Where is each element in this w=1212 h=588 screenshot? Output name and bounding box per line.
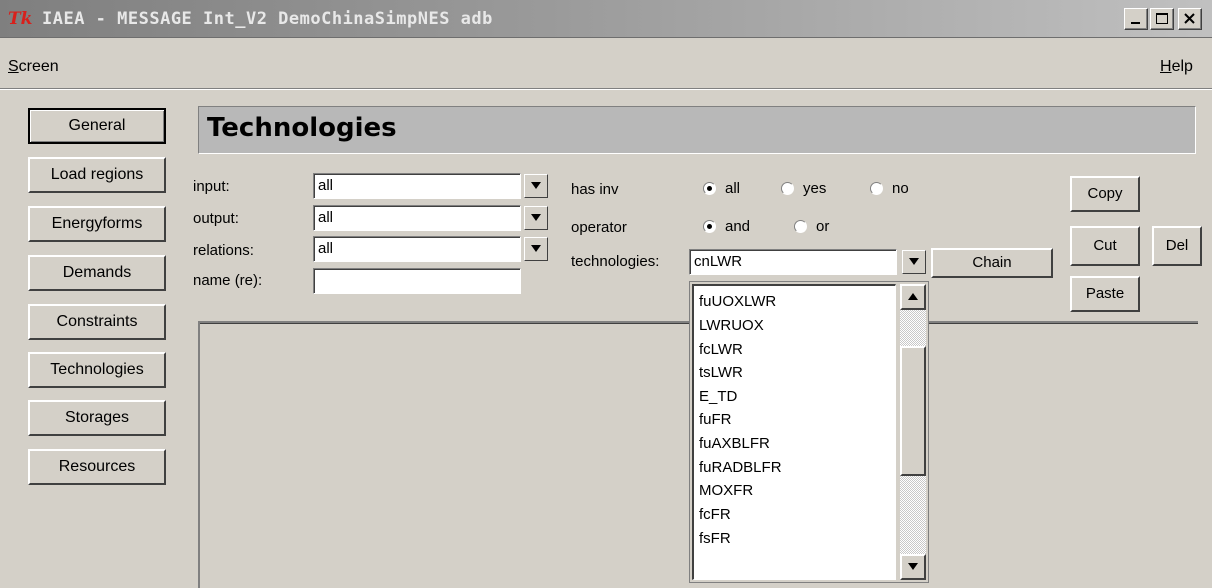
list-item[interactable]: fsFR [699,527,731,551]
list-item[interactable]: fuAXBLFR [699,432,770,456]
list-item[interactable]: MOXFR [699,479,753,503]
has-inv-no-radio[interactable]: no [870,180,909,197]
has-inv-all-label: all [725,180,741,197]
menu-help[interactable]: Help [1160,58,1193,76]
relations-field[interactable]: all [313,236,521,262]
list-item[interactable]: fuRADBLFR [699,456,782,480]
nav-storages[interactable]: Storages [28,400,166,436]
scroll-down-button[interactable] [900,554,926,580]
minimize-button[interactable] [1124,8,1148,30]
del-button[interactable]: Del [1152,226,1202,266]
nav-load-regions[interactable]: Load regions [28,157,166,193]
close-button[interactable] [1178,8,1202,30]
list-item[interactable]: fuUOXLWR [699,290,776,314]
nav-general[interactable]: General [28,108,166,144]
list-scrollbar[interactable] [900,284,926,580]
input-dropdown-button[interactable] [524,174,548,198]
input-field[interactable]: all [313,173,521,199]
technologies-listbox[interactable]: fuUOXLWR LWRUOX fcLWR tsLWR E_TD fuFR fu… [689,281,929,583]
operator-and-radio[interactable]: and [703,218,750,235]
has-inv-all-radio[interactable]: all [703,180,740,197]
technologies-dropdown-button[interactable] [902,250,926,274]
radio-unselected-icon [794,220,807,233]
close-icon [1184,13,1195,24]
maximize-icon [1156,13,1168,24]
operator-label: operator [571,219,627,236]
arrow-up-icon [908,293,918,300]
menu-separator [0,88,1212,90]
operator-and-label: and [725,218,751,235]
title-bar[interactable]: Tk IAEA - MESSAGE Int_V2 DemoChinaSimpNE… [0,0,1212,38]
name-re-input[interactable] [313,268,521,294]
nav-demands[interactable]: Demands [28,255,166,291]
has-inv-yes-label: yes [803,180,827,197]
technologies-label: technologies: [571,253,660,270]
menu-screen-mnemonic: S [8,58,19,75]
maximize-button[interactable] [1150,8,1174,30]
header-panel: Technologies [198,106,1196,154]
chevron-down-icon [531,214,541,221]
nav-technologies[interactable]: Technologies [28,352,166,388]
technologies-field[interactable]: cnLWR [689,249,897,275]
menu-help-label: elp [1171,58,1193,75]
page-title: Technologies [207,113,397,143]
radio-unselected-icon [870,182,883,195]
list-item[interactable]: fcFR [699,503,731,527]
operator-or-radio[interactable]: or [794,218,829,235]
output-dropdown-button[interactable] [524,206,548,230]
output-field[interactable]: all [313,205,521,231]
list-item[interactable]: LWRUOX [699,314,764,338]
chevron-down-icon [531,245,541,252]
menu-screen[interactable]: Screen [8,58,59,76]
input-label: input: [193,178,230,195]
paste-button[interactable]: Paste [1070,276,1140,312]
nav-resources[interactable]: Resources [28,449,166,485]
chevron-down-icon [909,258,919,265]
tk-feather-logo: Tk [8,9,32,28]
nav-constraints[interactable]: Constraints [28,304,166,340]
operator-or-label: or [816,218,830,235]
relations-dropdown-button[interactable] [524,237,548,261]
cut-button[interactable]: Cut [1070,226,1140,266]
window-title: IAEA - MESSAGE Int_V2 DemoChinaSimpNES a… [42,9,493,29]
copy-button[interactable]: Copy [1070,176,1140,212]
list-item[interactable]: tsLWR [699,361,743,385]
scrollbar-thumb[interactable] [900,346,926,476]
menu-help-mnemonic: H [1160,58,1172,75]
arrow-down-icon [908,563,918,570]
technologies-list[interactable]: fuUOXLWR LWRUOX fcLWR tsLWR E_TD fuFR fu… [692,284,896,580]
output-label: output: [193,210,239,227]
minimize-icon [1131,22,1140,24]
list-item[interactable]: E_TD [699,385,737,409]
list-item[interactable]: fuFR [699,408,732,432]
chain-button[interactable]: Chain [931,248,1053,278]
menu-screen-label: creen [18,58,59,75]
nav-energyforms[interactable]: Energyforms [28,206,166,242]
has-inv-label: has inv [571,181,619,198]
radio-selected-icon [703,182,716,195]
name-re-label: name (re): [193,272,263,289]
scroll-up-button[interactable] [900,284,926,310]
relations-label: relations: [193,242,254,259]
svg-text:Tk: Tk [8,9,32,28]
radio-unselected-icon [781,182,794,195]
has-inv-no-label: no [892,180,909,197]
list-item[interactable]: fcLWR [699,338,743,362]
menu-bar: Screen Help [0,38,1212,90]
radio-selected-icon [703,220,716,233]
chevron-down-icon [531,182,541,189]
has-inv-yes-radio[interactable]: yes [781,180,826,197]
